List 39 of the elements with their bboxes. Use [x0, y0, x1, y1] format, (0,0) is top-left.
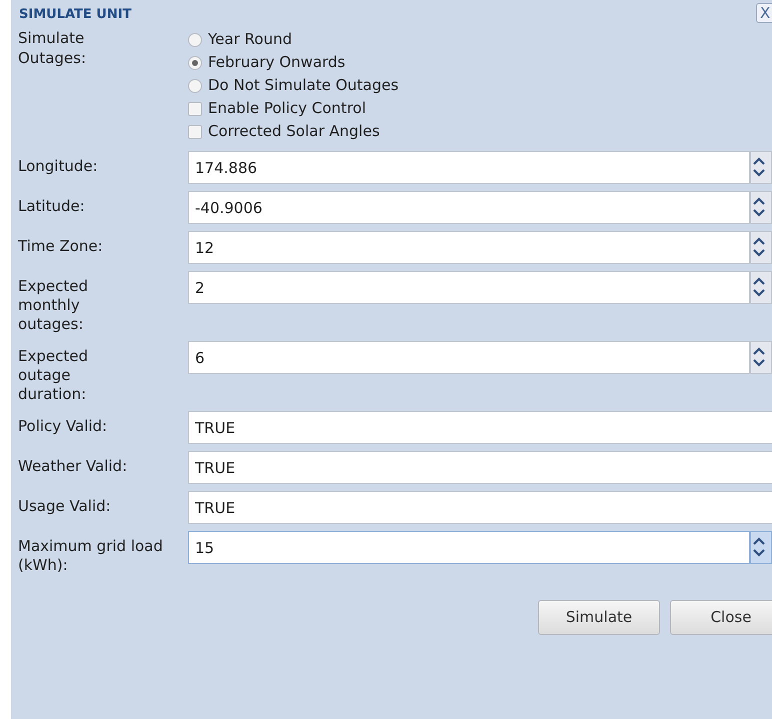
dialog-button[interactable]: Simulate: [538, 600, 660, 635]
radio-button[interactable]: [188, 78, 202, 92]
dialog-title: SIMULATE UNIT: [19, 6, 132, 24]
field-label: Latitude:: [18, 196, 86, 216]
spinner-buttons[interactable]: [750, 531, 772, 564]
number-field[interactable]: 6: [188, 341, 750, 374]
radio-button[interactable]: [188, 32, 202, 46]
spinner-buttons[interactable]: [750, 151, 772, 184]
field-label: Longitude:: [18, 156, 99, 176]
field-label: Maximum grid load (kWh):: [18, 536, 164, 575]
number-field[interactable]: -40.9006: [188, 191, 750, 224]
spinner-buttons[interactable]: [750, 271, 772, 304]
input-field[interactable]: TRUE: [188, 491, 772, 524]
number-field[interactable]: 2: [188, 271, 750, 304]
checkbox[interactable]: [188, 124, 202, 138]
dialog-button[interactable]: Close: [670, 600, 772, 635]
input-field[interactable]: TRUE: [188, 411, 772, 444]
option-label: February Onwards: [208, 52, 346, 74]
checkbox[interactable]: [188, 102, 202, 116]
field-label: Usage Valid:: [18, 496, 112, 516]
field-label: Time Zone:: [18, 236, 104, 256]
spinner-buttons[interactable]: [750, 341, 772, 374]
title-close-button[interactable]: X: [756, 3, 772, 23]
field-label: Simulate Outages:: [18, 28, 88, 69]
option-label: Enable Policy Control: [208, 98, 366, 120]
field-label: Weather Valid:: [18, 456, 128, 476]
option-label: Corrected Solar Angles: [208, 121, 380, 142]
number-field[interactable]: 12: [188, 231, 750, 264]
radio-button[interactable]: [188, 56, 202, 70]
option-label: Year Round: [208, 29, 292, 50]
number-field[interactable]: 174.886: [188, 151, 750, 184]
spinner-buttons[interactable]: [750, 231, 772, 264]
field-label: Expected outage duration:: [18, 346, 89, 404]
number-field[interactable]: 15: [188, 531, 750, 564]
field-label: Expected monthly outages:: [18, 276, 89, 334]
input-field[interactable]: TRUE: [188, 451, 772, 484]
option-label: Do Not Simulate Outages: [208, 75, 399, 96]
field-label: Policy Valid:: [18, 416, 108, 436]
spinner-buttons[interactable]: [750, 191, 772, 224]
